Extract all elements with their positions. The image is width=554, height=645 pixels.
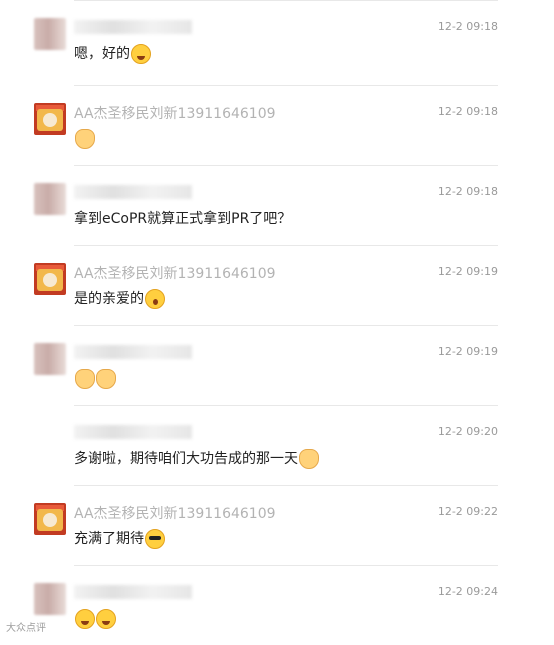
username-blurred[interactable] xyxy=(74,20,192,34)
comment-text-content: 充满了期待 xyxy=(74,531,144,547)
comment-text: 多谢啦，期待咱们大功告成的那一天 xyxy=(74,447,319,471)
avatar[interactable] xyxy=(34,183,66,215)
comment-time: 12-2 09:18 xyxy=(437,105,498,118)
avatar[interactable] xyxy=(34,583,66,615)
comment-text: 嗯，好的 xyxy=(74,42,151,66)
cool-emoji-icon xyxy=(145,529,165,549)
comment-text-content: 嗯，好的 xyxy=(74,46,130,62)
username-blurred[interactable] xyxy=(74,185,192,199)
username-blurred[interactable] xyxy=(74,585,192,599)
hug-emoji-icon xyxy=(75,369,95,389)
comment-item: AA杰圣移民刘新13911646109 12-2 09:19 是的亲爱的 xyxy=(0,245,554,325)
comment-time: 12-2 09:24 xyxy=(437,585,498,598)
comment-text-content: 拿到eCoPR就算正式拿到PR了吧？ xyxy=(74,211,292,227)
avatar[interactable] xyxy=(34,503,66,535)
victory-hand-emoji-icon xyxy=(75,129,95,149)
comment-text: 充满了期待 xyxy=(74,527,165,551)
username-blurred[interactable] xyxy=(74,425,192,439)
comment-text-content: 多谢啦，期待咱们大功告成的那一天 xyxy=(74,451,298,467)
comment-item: AA杰圣移民刘新13911646109 12-2 09:22 充满了期待 xyxy=(0,485,554,565)
avatar[interactable] xyxy=(34,263,66,295)
comment-thread: 12-2 09:18 嗯，好的 AA杰圣移民刘新13911646109 12-2… xyxy=(0,0,554,637)
divider xyxy=(74,165,498,166)
comment-time: 12-2 09:19 xyxy=(437,345,498,358)
comment-text xyxy=(74,367,116,391)
comment-time: 12-2 09:19 xyxy=(437,265,498,278)
watermark: 大众点评 xyxy=(6,623,46,634)
comment-item: 12-2 09:19 xyxy=(0,325,554,405)
username[interactable]: AA杰圣移民刘新13911646109 xyxy=(74,263,276,283)
comment-text: 拿到eCoPR就算正式拿到PR了吧？ xyxy=(74,207,291,231)
divider xyxy=(74,325,498,326)
username-blurred[interactable] xyxy=(74,345,192,359)
avatar[interactable] xyxy=(34,343,66,375)
divider xyxy=(74,245,498,246)
comment-item: 12-2 09:20 多谢啦，期待咱们大功告成的那一天 xyxy=(0,405,554,485)
grin-emoji-icon xyxy=(75,609,95,629)
grin-emoji-icon xyxy=(131,44,151,64)
comment-text xyxy=(74,127,95,151)
username[interactable]: AA杰圣移民刘新13911646109 xyxy=(74,103,276,123)
comment-text: 是的亲爱的 xyxy=(74,287,165,311)
comment-time: 12-2 09:18 xyxy=(437,185,498,198)
divider xyxy=(74,405,498,406)
divider xyxy=(74,565,498,566)
comment-time: 12-2 09:20 xyxy=(437,425,498,438)
grin-emoji-icon xyxy=(96,609,116,629)
avatar[interactable] xyxy=(34,18,66,50)
comment-item: 12-2 09:24 xyxy=(0,565,554,645)
comment-time: 12-2 09:22 xyxy=(437,505,498,518)
comment-item: 12-2 09:18 嗯，好的 xyxy=(0,0,554,80)
comment-text-content: 是的亲爱的 xyxy=(74,291,144,307)
fighting-emoji-icon xyxy=(299,449,319,469)
divider xyxy=(74,0,498,1)
comment-text xyxy=(74,607,116,631)
comment-time: 12-2 09:18 xyxy=(437,20,498,33)
username[interactable]: AA杰圣移民刘新13911646109 xyxy=(74,503,276,523)
comment-item: AA杰圣移民刘新13911646109 12-2 09:18 xyxy=(0,85,554,165)
surprised-emoji-icon xyxy=(145,289,165,309)
divider xyxy=(74,85,498,86)
divider xyxy=(74,485,498,486)
avatar[interactable] xyxy=(34,103,66,135)
comment-item: 12-2 09:18 拿到eCoPR就算正式拿到PR了吧？ xyxy=(0,165,554,245)
hug-emoji-icon xyxy=(96,369,116,389)
